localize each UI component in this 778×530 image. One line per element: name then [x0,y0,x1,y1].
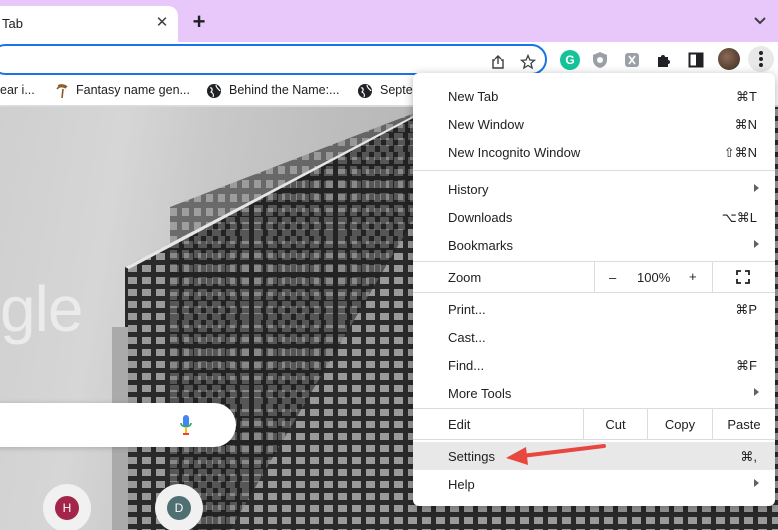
active-tab[interactable]: Tab ✕ [0,6,178,42]
extension-icon[interactable] [622,50,642,70]
zoom-out-button[interactable]: – [609,270,616,285]
new-tab-button[interactable]: + [188,11,210,34]
microphone-icon[interactable] [178,413,194,437]
share-icon[interactable] [490,54,506,70]
grammarly-extension-icon[interactable]: G [560,50,580,70]
menu-item-more-tools[interactable]: More Tools [413,379,775,407]
puzzle-icon[interactable] [654,50,674,70]
address-bar[interactable] [0,44,547,75]
shortcut-tile[interactable]: D [155,484,203,530]
menu-item-help[interactable]: Help [413,470,775,498]
tab-title: Tab [2,16,23,31]
menu-item-new-incognito-window[interactable]: New Incognito Window ⇧⌘N [413,138,775,166]
globe-icon [358,84,372,98]
avatar[interactable] [718,48,740,70]
bookmark-item[interactable]: Fantasy name gen... [76,83,190,97]
chevron-down-icon[interactable] [752,14,768,28]
menu-item-new-tab[interactable]: New Tab ⌘T [413,82,775,110]
menu-item-new-window[interactable]: New Window ⌘N [413,110,775,138]
menu-separator [413,292,775,293]
menu-item-cast[interactable]: Cast... [413,323,775,351]
menu-item-history[interactable]: History [413,175,775,203]
close-icon[interactable]: ✕ [152,13,172,33]
zoom-in-button[interactable]: + [689,269,697,284]
search-input[interactable] [0,403,236,447]
menu-item-find[interactable]: Find... ⌘F [413,351,775,379]
submenu-arrow-icon [754,479,759,487]
side-panel-icon[interactable] [686,50,706,70]
bookmark-item[interactable]: ear i... [0,83,35,97]
globe-icon [207,84,221,98]
menu-item-downloads[interactable]: Downloads ⌥⌘L [413,203,775,231]
shield-extension-icon[interactable] [590,50,610,70]
shortcut-tile[interactable]: H [43,484,91,530]
zoom-controls: – 100% + [594,262,713,292]
palm-tree-icon [56,84,68,99]
google-logo: gle [0,273,83,345]
more-menu-button[interactable] [748,46,774,72]
submenu-arrow-icon [754,184,759,192]
cut-button[interactable]: Cut [583,409,647,439]
bookmark-item[interactable]: Septe [380,83,413,97]
zoom-level: 100% [637,270,671,285]
menu-item-edit: Edit Cut Copy Paste [413,409,775,439]
menu-item-zoom: Zoom – 100% + [413,262,775,292]
menu-separator [413,170,775,171]
bookmark-star-icon[interactable] [520,54,536,70]
tab-strip: Tab ✕ + [0,0,778,42]
menu-item-bookmarks[interactable]: Bookmarks [413,231,775,259]
bookmark-item[interactable]: Behind the Name:... [229,83,339,97]
shortcut-letter: D [167,496,191,520]
fullscreen-icon[interactable] [736,270,750,284]
submenu-arrow-icon [754,240,759,248]
paste-button[interactable]: Paste [712,409,775,439]
menu-item-print[interactable]: Print... ⌘P [413,295,775,323]
shortcut-letter: H [55,496,79,520]
copy-button[interactable]: Copy [647,409,712,439]
submenu-arrow-icon [754,388,759,396]
annotation-arrow-icon [506,444,606,465]
